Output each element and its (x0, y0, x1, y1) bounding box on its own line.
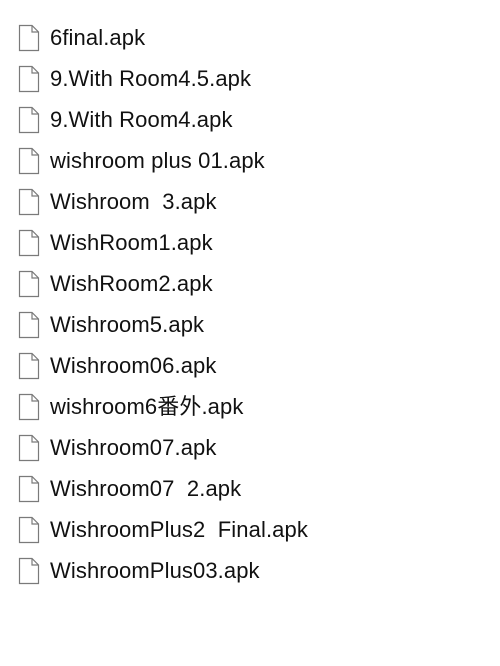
document-icon (18, 393, 40, 421)
document-icon (18, 270, 40, 298)
file-list: 6final.apk 9.With Room4.5.apk 9.With Roo… (18, 17, 488, 591)
document-icon (18, 352, 40, 380)
file-name: WishroomPlus2 Final.apk (50, 516, 308, 542)
file-name: wishroom plus 01.apk (50, 147, 265, 173)
file-name: WishroomPlus03.apk (50, 557, 260, 583)
document-icon (18, 434, 40, 462)
file-item[interactable]: WishroomPlus2 Final.apk (18, 509, 488, 550)
document-icon (18, 65, 40, 93)
file-name: WishRoom2.apk (50, 270, 213, 296)
file-item[interactable]: Wishroom07 2.apk (18, 468, 488, 509)
file-item[interactable]: 9.With Room4.5.apk (18, 58, 488, 99)
file-name: Wishroom 3.apk (50, 188, 217, 214)
file-item[interactable]: wishroom plus 01.apk (18, 140, 488, 181)
file-name: 9.With Room4.5.apk (50, 65, 252, 91)
document-icon (18, 229, 40, 257)
file-item[interactable]: Wishroom5.apk (18, 304, 488, 345)
file-name: Wishroom07.apk (50, 434, 217, 460)
file-item[interactable]: Wishroom06.apk (18, 345, 488, 386)
file-item[interactable]: 6final.apk (18, 17, 488, 58)
file-name: Wishroom5.apk (50, 311, 205, 337)
document-icon (18, 188, 40, 216)
file-item[interactable]: Wishroom07.apk (18, 427, 488, 468)
document-icon (18, 516, 40, 544)
document-icon (18, 24, 40, 52)
file-name: Wishroom06.apk (50, 352, 217, 378)
file-name: wishroom6番外.apk (50, 393, 244, 419)
file-name: WishRoom1.apk (50, 229, 213, 255)
file-item[interactable]: WishroomPlus03.apk (18, 550, 488, 591)
file-name: Wishroom07 2.apk (50, 475, 242, 501)
file-name: 9.With Room4.apk (50, 106, 233, 132)
file-item[interactable]: Wishroom 3.apk (18, 181, 488, 222)
file-item[interactable]: WishRoom1.apk (18, 222, 488, 263)
document-icon (18, 475, 40, 503)
file-name: 6final.apk (50, 24, 146, 50)
file-item[interactable]: 9.With Room4.apk (18, 99, 488, 140)
file-item[interactable]: WishRoom2.apk (18, 263, 488, 304)
document-icon (18, 147, 40, 175)
file-item[interactable]: wishroom6番外.apk (18, 386, 488, 427)
document-icon (18, 557, 40, 585)
document-icon (18, 106, 40, 134)
document-icon (18, 311, 40, 339)
